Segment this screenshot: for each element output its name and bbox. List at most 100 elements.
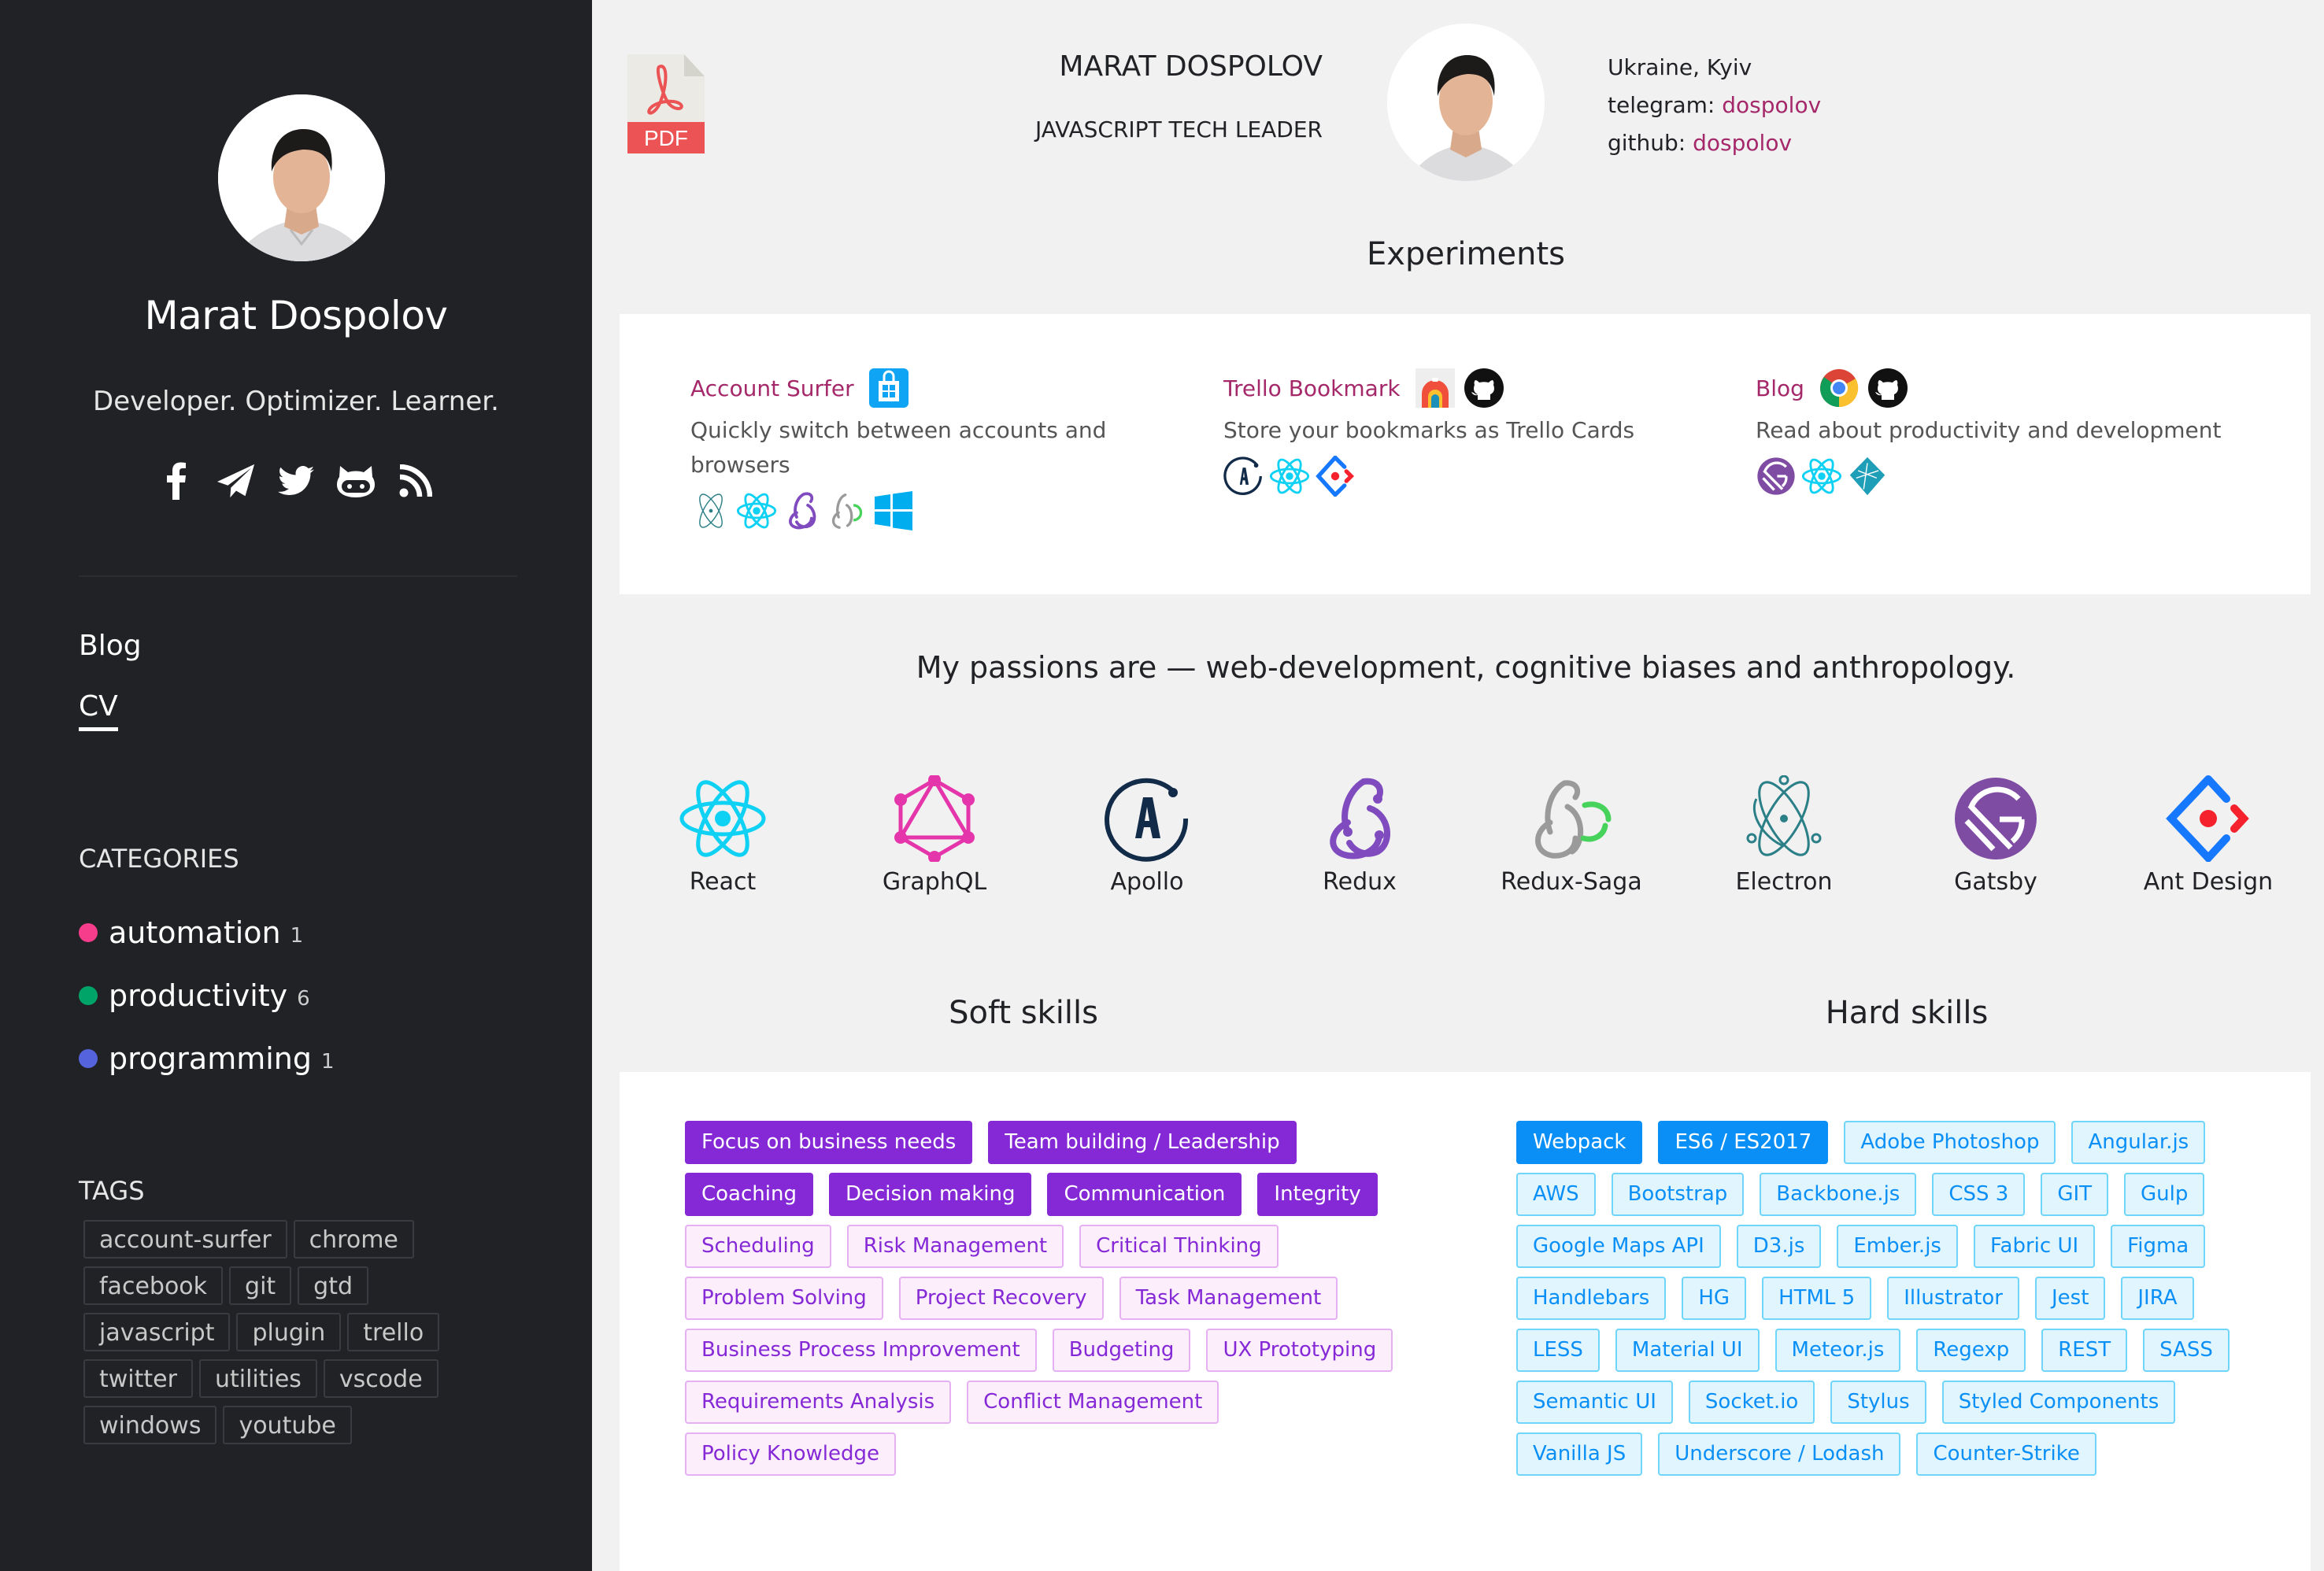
skill-chip[interactable]: Socket.io xyxy=(1688,1381,1815,1424)
skill-chip[interactable]: Vanilla JS xyxy=(1516,1432,1643,1476)
skill-chip[interactable]: Business Process Improvement xyxy=(685,1329,1037,1372)
tech-label: GraphQL xyxy=(882,868,987,896)
categories-list: automation 1 productivity 6 programming … xyxy=(79,901,335,1090)
tag[interactable]: vscode xyxy=(323,1359,439,1398)
skill-chip[interactable]: GIT xyxy=(2041,1173,2109,1216)
github-icon[interactable] xyxy=(1464,368,1504,408)
tag[interactable]: windows xyxy=(83,1406,217,1444)
tag[interactable]: twitter xyxy=(83,1359,193,1398)
tag[interactable]: javascript xyxy=(83,1313,231,1351)
skill-chip-primary[interactable]: Communication xyxy=(1047,1173,1242,1216)
skill-chip-primary[interactable]: ES6 / ES2017 xyxy=(1658,1121,1829,1164)
windows-store-icon[interactable] xyxy=(868,368,909,408)
skill-chip[interactable]: Semantic UI xyxy=(1516,1381,1673,1424)
redux-icon xyxy=(1330,778,1391,859)
nav-item-blog[interactable]: Blog xyxy=(79,630,142,662)
skill-chip[interactable]: LESS xyxy=(1516,1329,1600,1372)
experiment-trello-bookmark: Trello Bookmark Store your bookmarks as … xyxy=(1223,368,1727,497)
skill-chip-primary[interactable]: Focus on business needs xyxy=(685,1121,973,1164)
telegram-icon[interactable] xyxy=(216,460,256,502)
skill-chip[interactable]: Figma xyxy=(2111,1225,2206,1268)
nav-item-cv[interactable]: CV xyxy=(79,690,118,731)
skill-chip[interactable]: Counter-Strike xyxy=(1916,1432,2096,1476)
skill-chip-primary[interactable]: Coaching xyxy=(685,1173,813,1216)
skill-chip-primary[interactable]: Decision making xyxy=(828,1173,1032,1216)
experiment-title[interactable]: Trello Bookmark xyxy=(1223,375,1401,401)
category-automation[interactable]: automation 1 xyxy=(79,901,335,964)
skill-chip-primary[interactable]: Integrity xyxy=(1257,1173,1378,1216)
skill-chip[interactable]: Jest xyxy=(2034,1277,2106,1320)
skill-chip[interactable]: Task Management xyxy=(1119,1277,1338,1320)
tech-react: React xyxy=(628,775,817,896)
tag[interactable]: chrome xyxy=(293,1220,414,1259)
skill-chip[interactable]: Budgeting xyxy=(1052,1329,1191,1372)
skill-chip[interactable]: Fabric UI xyxy=(1973,1225,2096,1268)
category-productivity[interactable]: productivity 6 xyxy=(79,964,335,1027)
skill-chip[interactable]: Material UI xyxy=(1615,1329,1760,1372)
skill-chip[interactable]: Scheduling xyxy=(685,1225,831,1268)
skill-chip[interactable]: Backbone.js xyxy=(1760,1173,1917,1216)
sidebar-avatar[interactable] xyxy=(218,94,385,261)
skill-chip[interactable]: Critical Thinking xyxy=(1079,1225,1279,1268)
github-link[interactable]: dospolov xyxy=(1693,130,1792,156)
chrome-webstore-icon[interactable] xyxy=(1415,368,1456,408)
tag[interactable]: gtd xyxy=(298,1266,369,1305)
pdf-download-icon[interactable]: PDF xyxy=(627,54,705,153)
tag[interactable]: git xyxy=(229,1266,292,1305)
skill-chip[interactable]: UX Prototyping xyxy=(1206,1329,1393,1372)
tag[interactable]: facebook xyxy=(83,1266,224,1305)
twitter-icon[interactable] xyxy=(276,460,316,502)
experiment-title[interactable]: Blog xyxy=(1756,375,1804,401)
tech-label: Ant Design xyxy=(2143,868,2274,896)
skill-chip[interactable]: Underscore / Lodash xyxy=(1658,1432,1901,1476)
tag[interactable]: trello xyxy=(347,1313,440,1351)
tag[interactable]: utilities xyxy=(198,1359,317,1398)
skills-card: Focus on business needs Team building / L… xyxy=(620,1072,2311,1571)
skill-chip[interactable]: Stylus xyxy=(1830,1381,1926,1424)
skill-chip[interactable]: Requirements Analysis xyxy=(685,1381,952,1424)
skill-chip[interactable]: HTML 5 xyxy=(1762,1277,1872,1320)
experiment-title[interactable]: Account Surfer xyxy=(690,375,854,401)
skill-chip[interactable]: AWS xyxy=(1516,1173,1596,1216)
tag[interactable]: plugin xyxy=(236,1313,342,1351)
skill-chip[interactable]: Handlebars xyxy=(1516,1277,1667,1320)
chrome-icon[interactable] xyxy=(1819,368,1860,408)
category-label: productivity xyxy=(109,978,288,1013)
category-programming[interactable]: programming 1 xyxy=(79,1027,335,1090)
skill-chip[interactable]: CSS 3 xyxy=(1932,1173,2026,1216)
react-icon xyxy=(736,490,777,531)
skill-chip[interactable]: D3.js xyxy=(1736,1225,1822,1268)
skill-chip[interactable]: HG xyxy=(1682,1277,1747,1320)
skill-chip[interactable]: Policy Knowledge xyxy=(685,1432,896,1476)
soft-skills-title: Soft skills xyxy=(949,995,1098,1031)
skill-chip-primary[interactable]: Webpack xyxy=(1516,1121,1643,1164)
skill-chip-primary[interactable]: Team building / Leadership xyxy=(988,1121,1297,1164)
skill-chip[interactable]: Styled Components xyxy=(1941,1381,2176,1424)
skill-chip[interactable]: Meteor.js xyxy=(1774,1329,1901,1372)
skill-chip[interactable]: Google Maps API xyxy=(1516,1225,1721,1268)
skill-chip[interactable]: Problem Solving xyxy=(685,1277,883,1320)
main-content: PDF MARAT DOSPOLOV JAVASCRIPT TECH LEADE… xyxy=(592,0,2324,1571)
contact-info: Ukraine, Kyiv telegram: dospolov github:… xyxy=(1608,49,1821,162)
skill-chip[interactable]: Risk Management xyxy=(846,1225,1064,1268)
category-dot xyxy=(79,1049,98,1068)
tag[interactable]: youtube xyxy=(223,1406,352,1444)
skill-chip[interactable]: Conflict Management xyxy=(967,1381,1219,1424)
telegram-link[interactable]: dospolov xyxy=(1722,92,1821,118)
skill-chip[interactable]: SASS xyxy=(2143,1329,2230,1372)
skill-chip[interactable]: Regexp xyxy=(1916,1329,2026,1372)
skill-chip[interactable]: Project Recovery xyxy=(898,1277,1104,1320)
github-icon[interactable] xyxy=(336,460,376,502)
tag[interactable]: account-surfer xyxy=(83,1220,287,1259)
skill-chip[interactable]: JIRA xyxy=(2121,1277,2194,1320)
skill-chip[interactable]: Gulp xyxy=(2124,1173,2205,1216)
skill-chip[interactable]: Angular.js xyxy=(2071,1121,2206,1164)
rss-icon[interactable] xyxy=(396,460,435,502)
skill-chip[interactable]: Adobe Photoshop xyxy=(1844,1121,2056,1164)
facebook-icon[interactable] xyxy=(157,460,196,502)
skill-chip[interactable]: Illustrator xyxy=(1887,1277,2019,1320)
skill-chip[interactable]: Ember.js xyxy=(1837,1225,1958,1268)
skill-chip[interactable]: REST xyxy=(2041,1329,2128,1372)
github-icon[interactable] xyxy=(1867,368,1908,408)
skill-chip[interactable]: Bootstrap xyxy=(1611,1173,1745,1216)
